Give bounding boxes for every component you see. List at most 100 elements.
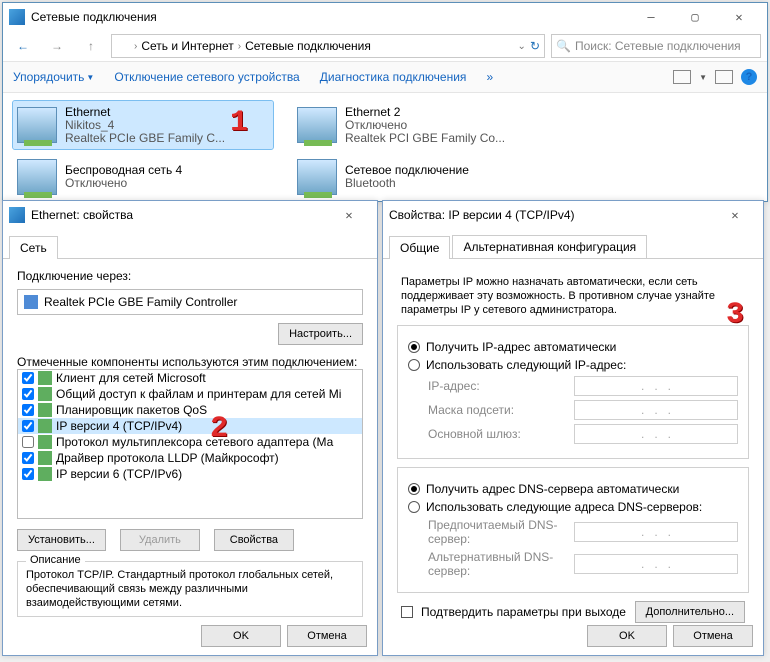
nic-icon — [297, 159, 337, 195]
component-icon — [38, 419, 52, 433]
up-button[interactable]: ↑ — [77, 34, 105, 58]
conn-name: Ethernet 2 — [345, 106, 505, 119]
nic-icon — [17, 159, 57, 195]
component-item[interactable]: Планировщик пакетов QoS — [18, 402, 362, 418]
component-item[interactable]: Общий доступ к файлам и принтерам для се… — [18, 386, 362, 402]
component-icon — [38, 371, 52, 385]
radio-manual-ip[interactable]: Использовать следующий IP-адрес: — [408, 358, 738, 372]
window-title: Сетевые подключения — [31, 10, 157, 24]
preferred-dns-label: Предпочитаемый DNS-сервер: — [428, 518, 568, 546]
preferred-dns-input: . . . — [574, 522, 738, 542]
configure-button[interactable]: Настроить... — [278, 323, 363, 345]
component-icon — [38, 387, 52, 401]
conn-device: Realtek PCIe GBE Family C... — [65, 132, 225, 145]
conn-name: Ethernet — [65, 106, 225, 119]
close-button[interactable]: ✕ — [713, 202, 757, 228]
toolbar: Упорядочить▼ Отключение сетевого устройс… — [3, 61, 767, 93]
connection-item[interactable]: EthernetNikitos_4Realtek PCIe GBE Family… — [13, 101, 273, 149]
diagnose-button[interactable]: Диагностика подключения — [320, 70, 467, 84]
connection-item[interactable]: Сетевое подключениеBluetooth — [293, 153, 553, 201]
alternate-dns-label: Альтернативный DNS-сервер: — [428, 550, 568, 578]
dropdown-icon[interactable]: ⌄ — [518, 41, 526, 52]
search-icon: 🔍 — [556, 39, 571, 53]
radio-manual-dns[interactable]: Использовать следующие адреса DNS-сервер… — [408, 500, 738, 514]
confirm-on-exit-row[interactable]: Подтвердить параметры при выходе Дополни… — [401, 601, 745, 623]
close-button[interactable]: ✕ — [717, 4, 761, 30]
close-button[interactable]: ✕ — [327, 202, 371, 228]
alternate-dns-input: . . . — [574, 554, 738, 574]
minimize-button[interactable]: — — [629, 4, 673, 30]
component-item-ipv4[interactable]: IP версии 4 (TCP/IPv4) — [18, 418, 362, 434]
component-icon — [38, 435, 52, 449]
conn-status: Bluetooth — [345, 177, 469, 190]
component-checkbox[interactable] — [22, 372, 34, 384]
component-item[interactable]: Протокол мультиплексора сетевого адаптер… — [18, 434, 362, 450]
crumb-connections[interactable]: Сетевые подключения — [245, 39, 371, 53]
radio-auto-dns[interactable]: Получить адрес DNS-сервера автоматически — [408, 482, 738, 496]
ok-button[interactable]: OK — [201, 625, 281, 647]
connection-item[interactable]: Беспроводная сеть 4Отключено — [13, 153, 273, 201]
view-icons-button[interactable] — [673, 70, 691, 84]
ip-address-group: Получить IP-адрес автоматически Использо… — [397, 325, 749, 459]
conn-status: Nikitos_4 — [65, 119, 225, 132]
tab-network[interactable]: Сеть — [9, 236, 58, 259]
component-checkbox[interactable] — [22, 388, 34, 400]
component-checkbox[interactable] — [22, 436, 34, 448]
rename-chevron[interactable]: » — [486, 70, 493, 84]
connection-list: EthernetNikitos_4Realtek PCIe GBE Family… — [3, 93, 767, 209]
forward-button[interactable]: → — [43, 34, 71, 58]
search-box[interactable]: 🔍 Поиск: Сетевые подключения — [551, 34, 761, 58]
ok-button[interactable]: OK — [587, 625, 667, 647]
maximize-button[interactable]: ▢ — [673, 4, 717, 30]
nic-icon — [17, 107, 57, 143]
adapter-box: Realtek PCIe GBE Family Controller — [17, 289, 363, 315]
view-toolbar: ▼ ? — [673, 69, 757, 85]
component-checkbox[interactable] — [22, 468, 34, 480]
component-checkbox[interactable] — [22, 452, 34, 464]
checkbox-icon[interactable] — [401, 606, 413, 618]
preview-pane-button[interactable] — [715, 70, 733, 84]
titlebar: Ethernet: свойства ✕ — [3, 201, 377, 229]
tab-alternate[interactable]: Альтернативная конфигурация — [452, 235, 647, 258]
ip-address-label: IP-адрес: — [428, 379, 568, 393]
tab-strip: Сеть — [3, 229, 377, 259]
conn-device: Realtek PCI GBE Family Co... — [345, 132, 505, 145]
confirm-on-exit-label: Подтвердить параметры при выходе — [421, 605, 626, 619]
properties-button[interactable]: Свойства — [214, 529, 294, 551]
radio-icon — [408, 501, 420, 513]
cancel-button[interactable]: Отмена — [287, 625, 367, 647]
back-button[interactable]: ← — [9, 34, 37, 58]
help-button[interactable]: ? — [741, 69, 757, 85]
cancel-button[interactable]: Отмена — [673, 625, 753, 647]
component-item[interactable]: Драйвер протокола LLDP (Майкрософт) — [18, 450, 362, 466]
view-dropdown-icon[interactable]: ▼ — [699, 73, 707, 82]
adapter-icon — [24, 295, 38, 309]
tab-strip: Общие Альтернативная конфигурация — [383, 229, 763, 259]
connection-item[interactable]: Ethernet 2ОтключеноRealtek PCI GBE Famil… — [293, 101, 553, 149]
tab-general[interactable]: Общие — [389, 236, 450, 259]
search-placeholder: Поиск: Сетевые подключения — [575, 39, 741, 53]
radio-auto-ip[interactable]: Получить IP-адрес автоматически — [408, 340, 738, 354]
subnet-mask-input: . . . — [574, 400, 738, 420]
window-icon — [9, 207, 25, 223]
component-item[interactable]: Клиент для сетей Microsoft — [18, 370, 362, 386]
breadcrumb-bar[interactable]: › Сеть и Интернет › Сетевые подключения … — [111, 34, 545, 58]
component-item[interactable]: IP версии 6 (TCP/IPv6) — [18, 466, 362, 482]
chevron-right-icon: › — [238, 41, 241, 52]
disable-device-button[interactable]: Отключение сетевого устройства — [114, 70, 299, 84]
component-checkbox[interactable] — [22, 420, 34, 432]
advanced-button[interactable]: Дополнительно... — [635, 601, 745, 623]
description-text: Протокол TCP/IP. Стандартный протокол гл… — [26, 568, 354, 610]
connect-via-label: Подключение через: — [17, 269, 363, 283]
crumb-network[interactable]: Сеть и Интернет — [141, 39, 233, 53]
window-controls: — ▢ ✕ — [629, 4, 761, 30]
radio-icon — [408, 483, 420, 495]
gateway-label: Основной шлюз: — [428, 427, 568, 441]
install-button[interactable]: Установить... — [17, 529, 106, 551]
component-list[interactable]: Клиент для сетей Microsoft Общий доступ … — [17, 369, 363, 519]
organize-menu[interactable]: Упорядочить▼ — [13, 70, 94, 84]
refresh-icon[interactable]: ↻ — [530, 39, 540, 53]
radio-icon — [408, 359, 420, 371]
network-connections-window: Сетевые подключения — ▢ ✕ ← → ↑ › Сеть и… — [2, 2, 768, 202]
component-checkbox[interactable] — [22, 404, 34, 416]
